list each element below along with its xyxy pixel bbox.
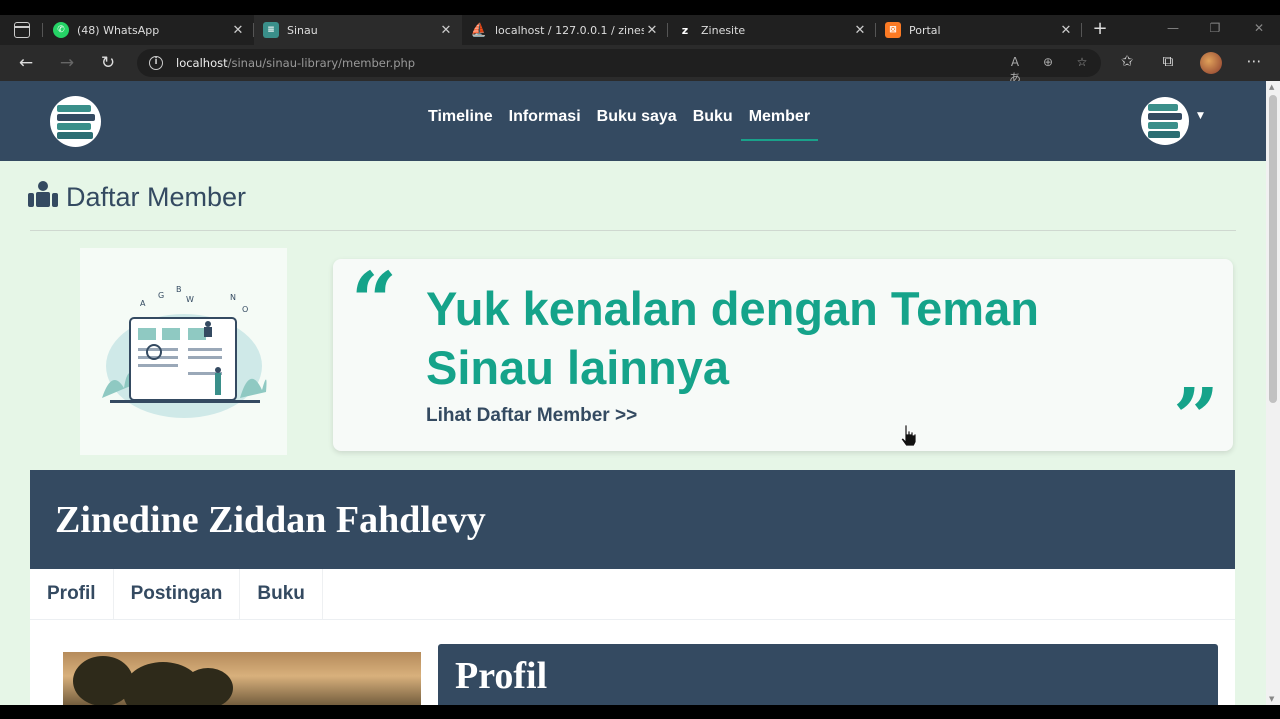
library-illustration: A G B W N O bbox=[80, 248, 287, 455]
nav-link-timeline[interactable]: Timeline bbox=[420, 108, 501, 126]
member-tabs: Profil Postingan Buku bbox=[30, 569, 323, 619]
nav-link-buku[interactable]: Buku bbox=[685, 108, 741, 126]
tab-divider bbox=[30, 619, 1235, 620]
scroll-down-icon[interactable]: ▼ bbox=[1269, 695, 1274, 703]
nav-link-buku-saya[interactable]: Buku saya bbox=[589, 108, 685, 126]
whatsapp-icon: ✆ bbox=[53, 22, 69, 38]
zoom-icon[interactable]: ⊕ bbox=[1039, 55, 1057, 69]
browser-tab-portal[interactable]: ⊠ Portal ✕ bbox=[876, 15, 1082, 45]
browser-tab-zinesite[interactable]: z Zinesite ✕ bbox=[668, 15, 876, 45]
browser-tab-strip: ✆ (48) WhatsApp ✕ ≡ Sinau ✕ ⛵ localhost … bbox=[0, 15, 1280, 45]
nav-menu: Timeline Informasi Buku saya Buku Member bbox=[420, 108, 819, 141]
favorites-icon[interactable]: ✩ bbox=[1116, 52, 1138, 70]
url-text[interactable]: localhost/sinau/sinau-library/member.php bbox=[176, 56, 415, 70]
books-icon: ≡ bbox=[263, 22, 279, 38]
tab-title: (48) WhatsApp bbox=[77, 23, 160, 37]
page-viewport: Timeline Informasi Buku saya Buku Member… bbox=[0, 81, 1266, 705]
scrollbar-thumb[interactable] bbox=[1269, 95, 1277, 403]
more-options-icon[interactable]: ⋯ bbox=[1243, 52, 1265, 70]
profile-heading: Profil bbox=[455, 655, 548, 697]
collections-icon[interactable]: ⧉ bbox=[1157, 52, 1179, 70]
divider bbox=[30, 230, 1236, 231]
tab-separator bbox=[1081, 23, 1082, 37]
page-title-text: Daftar Member bbox=[66, 182, 247, 212]
browser-tab-whatsapp[interactable]: ✆ (48) WhatsApp ✕ bbox=[44, 15, 254, 45]
svg-text:B: B bbox=[176, 285, 182, 294]
user-avatar[interactable] bbox=[1141, 97, 1189, 145]
scroll-up-icon[interactable]: ▲ bbox=[1269, 83, 1274, 91]
add-favorite-icon[interactable]: ☆ bbox=[1073, 55, 1091, 69]
quote-close-icon: ” bbox=[1172, 370, 1219, 464]
browser-tab-sinau[interactable]: ≡ Sinau ✕ bbox=[254, 15, 462, 45]
member-list-link-label: Lihat Daftar Member bbox=[426, 405, 610, 426]
tab-separator bbox=[42, 23, 43, 37]
member-header: Zinedine Ziddan Fahdlevy bbox=[30, 470, 1235, 569]
member-list-link[interactable]: Lihat Daftar Member >> bbox=[426, 405, 637, 427]
tab-buku[interactable]: Buku bbox=[240, 569, 323, 619]
xampp-icon: ⊠ bbox=[885, 22, 901, 38]
close-icon[interactable]: ✕ bbox=[644, 23, 660, 38]
svg-text:N: N bbox=[230, 293, 236, 302]
svg-text:A: A bbox=[140, 299, 146, 308]
member-panel: Profil Postingan Buku Profil bbox=[30, 569, 1235, 705]
chevron-down-icon[interactable]: ▼ bbox=[1197, 111, 1204, 121]
nav-link-informasi[interactable]: Informasi bbox=[501, 108, 589, 126]
quote-open-icon: “ bbox=[351, 254, 398, 348]
svg-text:W: W bbox=[186, 295, 194, 304]
browser-tab-phpmyadmin[interactable]: ⛵ localhost / 127.0.0.1 / zinesite ✕ bbox=[462, 15, 668, 45]
restore-icon[interactable]: ❐ bbox=[1200, 21, 1230, 35]
tab-title: Sinau bbox=[287, 23, 318, 37]
tab-title: localhost / 127.0.0.1 / zinesite bbox=[495, 23, 644, 37]
browser-profile-avatar[interactable] bbox=[1200, 52, 1222, 74]
hand-cursor-icon bbox=[900, 424, 916, 446]
tab-title: Zinesite bbox=[701, 23, 746, 37]
screen-top-bar bbox=[0, 0, 1280, 15]
address-bar[interactable]: i localhost/sinau/sinau-library/member.p… bbox=[137, 49, 1101, 85]
profile-card: Profil bbox=[438, 644, 1218, 705]
new-tab-icon[interactable]: + bbox=[1090, 18, 1110, 39]
quote-text: Yuk kenalan dengan Teman Sinau lainnya bbox=[426, 282, 1039, 394]
tab-actions-icon[interactable] bbox=[14, 22, 30, 38]
double-chevron-right-icon: >> bbox=[614, 405, 638, 426]
books-icon bbox=[1148, 104, 1182, 138]
browser-toolbar: ← → ↻ i localhost/sinau/sinau-library/me… bbox=[0, 45, 1280, 85]
nav-link-member[interactable]: Member bbox=[740, 108, 819, 141]
tab-title: Portal bbox=[909, 23, 941, 37]
site-info-icon[interactable]: i bbox=[149, 56, 163, 70]
minimize-icon[interactable]: — bbox=[1158, 21, 1188, 35]
z-icon: z bbox=[681, 23, 689, 37]
close-icon[interactable]: ✕ bbox=[230, 23, 246, 38]
page-title: Daftar Member bbox=[28, 181, 246, 214]
tab-postingan[interactable]: Postingan bbox=[114, 569, 241, 619]
url-host: localhost bbox=[176, 56, 228, 70]
url-path: /sinau/sinau-library/member.php bbox=[227, 56, 416, 70]
window-close-icon[interactable]: ✕ bbox=[1244, 21, 1274, 35]
close-icon[interactable]: ✕ bbox=[852, 23, 868, 38]
books-icon bbox=[56, 104, 95, 139]
forward-arrow-icon[interactable]: → bbox=[56, 52, 78, 74]
member-name: Zinedine Ziddan Fahdlevy bbox=[55, 499, 486, 541]
page-scrollbar[interactable]: ▲ ▼ bbox=[1266, 81, 1280, 705]
tab-profil[interactable]: Profil bbox=[30, 569, 114, 619]
close-icon[interactable]: ✕ bbox=[1058, 23, 1074, 38]
member-photo bbox=[63, 652, 421, 705]
refresh-icon[interactable]: ↻ bbox=[97, 52, 119, 74]
quote-card: “ Yuk kenalan dengan Teman Sinau lainnya… bbox=[333, 254, 1233, 457]
svg-text:O: O bbox=[242, 305, 248, 314]
users-icon bbox=[28, 181, 58, 214]
close-icon[interactable]: ✕ bbox=[438, 23, 454, 38]
screen-bottom-bar bbox=[0, 705, 1280, 719]
site-logo[interactable] bbox=[50, 96, 101, 147]
phpmyadmin-icon: ⛵ bbox=[470, 22, 488, 38]
site-navbar: Timeline Informasi Buku saya Buku Member… bbox=[0, 81, 1266, 161]
svg-text:G: G bbox=[158, 291, 164, 300]
back-arrow-icon[interactable]: ← bbox=[15, 52, 37, 74]
